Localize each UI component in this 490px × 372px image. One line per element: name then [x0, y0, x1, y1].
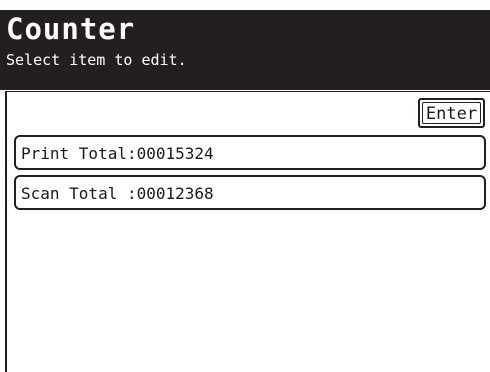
page-instruction: Select item to edit.	[6, 51, 187, 69]
item-list-panel: Enter Print Total:00015324 Scan Total :0…	[5, 91, 490, 372]
list-item-label: Print Total:00015324	[21, 144, 214, 163]
list-item-print-total[interactable]: Print Total:00015324	[14, 135, 486, 170]
title-bar: Counter Select item to edit.	[0, 10, 490, 90]
enter-button-label: Enter	[422, 102, 481, 124]
list-item-label: Scan Total :00012368	[21, 184, 214, 203]
page-title: Counter	[6, 12, 136, 46]
enter-button[interactable]: Enter	[418, 98, 485, 128]
list-item-scan-total[interactable]: Scan Total :00012368	[14, 175, 486, 210]
